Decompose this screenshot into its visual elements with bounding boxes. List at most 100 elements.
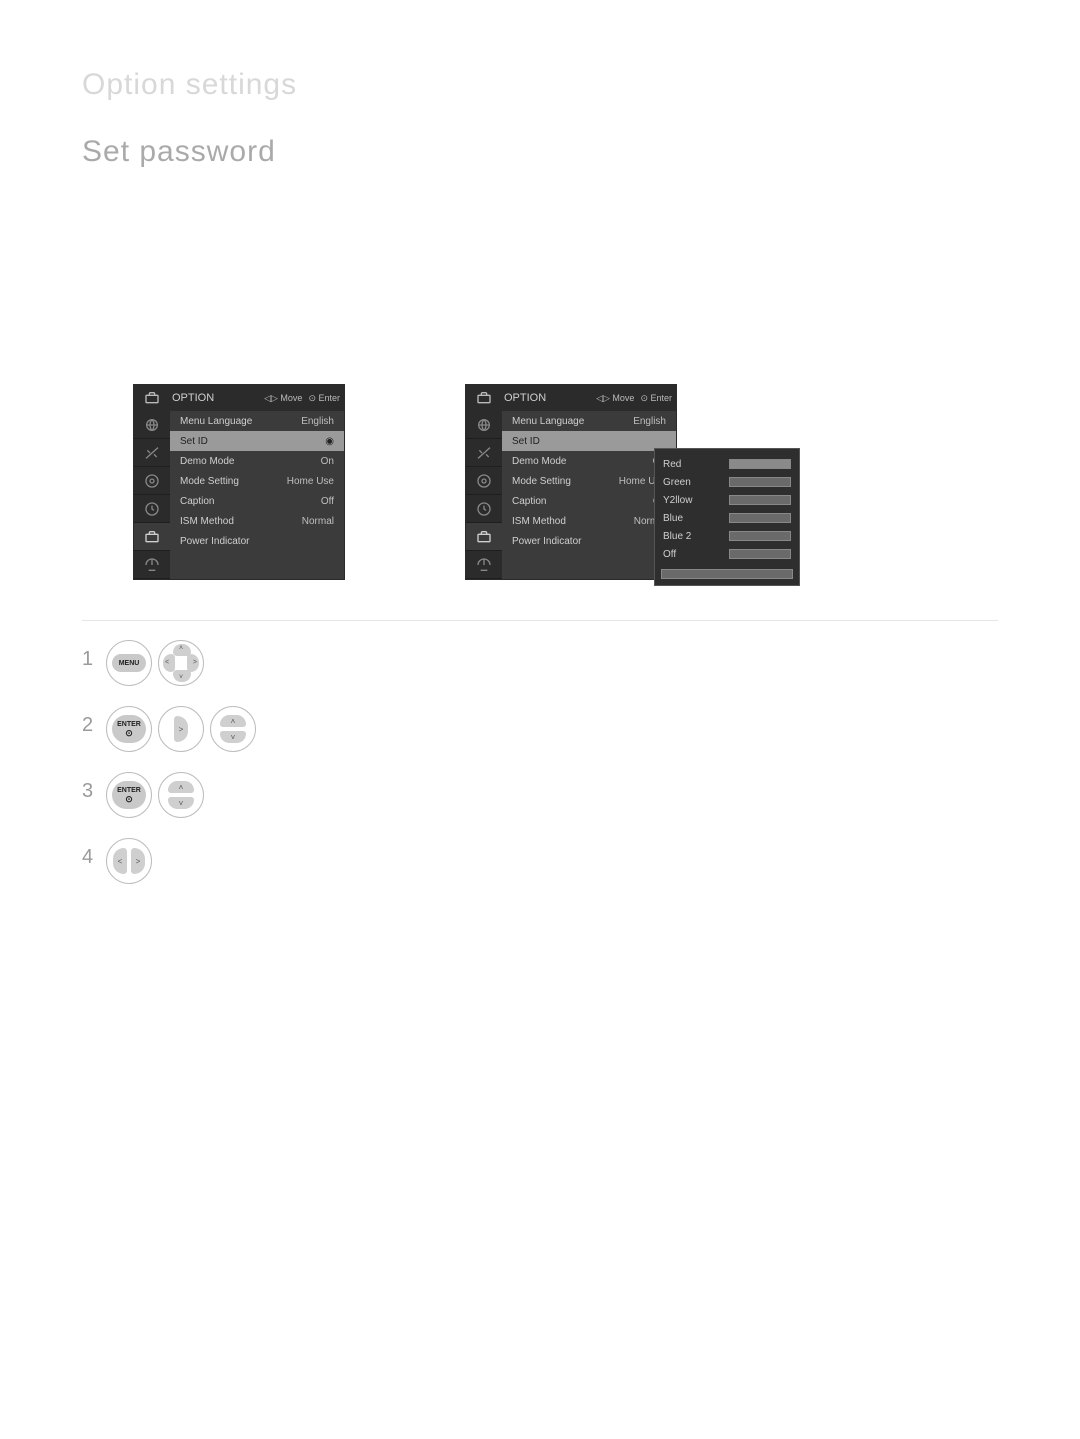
side-tab-option[interactable] xyxy=(134,523,170,551)
osd-body: Menu LanguageEnglish Set ID Demo ModeOn … xyxy=(466,411,676,579)
chevron-down-icon: ˅ xyxy=(168,797,194,809)
side-tab-picture[interactable] xyxy=(466,411,502,439)
chevron-down-icon: ˅ xyxy=(220,731,246,743)
chevron-left-icon: ˂ xyxy=(113,848,127,874)
menu-list: Menu LanguageEnglish Set ID Demo ModeOn … xyxy=(502,411,676,579)
side-tab-audio[interactable] xyxy=(134,439,170,467)
step-4: 4 ˂ ˃ Make the appropriate adjustments. xyxy=(82,838,998,884)
menu-row[interactable]: Caption Off xyxy=(170,491,344,511)
submenu-label: Blue xyxy=(663,513,683,524)
radio-icon: ◉ xyxy=(325,436,334,447)
menu-label: Caption xyxy=(180,496,214,507)
submenu-label: Red xyxy=(663,459,681,470)
side-tab-time[interactable] xyxy=(466,467,502,495)
submenu-label: Off xyxy=(663,549,676,560)
move-hint: ◁▷ Move xyxy=(596,393,634,404)
updown-button[interactable]: ˄ ˅ xyxy=(210,706,256,752)
chevron-up-icon: ˄ xyxy=(168,781,194,793)
submenu-label: Green xyxy=(663,477,691,488)
side-tab-audio[interactable] xyxy=(466,439,502,467)
enter-button-label: ENTER xyxy=(117,721,141,728)
enter-button[interactable]: ENTER ⊙ xyxy=(106,706,152,752)
step-icons: ENTER ⊙ ˃ ˄ ˅ xyxy=(106,706,256,752)
osd-header-title: OPTION xyxy=(166,392,264,404)
menu-button[interactable]: MENU xyxy=(106,640,152,686)
side-tab-time[interactable] xyxy=(134,467,170,495)
updown-button[interactable]: ˄ ˅ xyxy=(158,772,204,818)
menu-label: Set ID xyxy=(180,436,208,447)
menu-row[interactable]: Menu Language English xyxy=(170,411,344,431)
submenu-bar xyxy=(729,459,791,469)
enter-button[interactable]: ENTER ⊙ xyxy=(106,772,152,818)
leftright-button[interactable]: ˂ ˃ xyxy=(106,838,152,884)
menu-label: Menu Language xyxy=(512,416,584,427)
menu-label: Power Indicator xyxy=(180,536,249,547)
menu-row[interactable]: Power Indicator xyxy=(502,531,676,551)
menu-row[interactable]: Mode SettingHome Use xyxy=(502,471,676,491)
osd-nav-hints: ◁▷ Move ⊙ Enter xyxy=(264,393,344,404)
submenu-row[interactable]: Blue xyxy=(661,509,793,527)
menu-row[interactable]: Demo Mode On xyxy=(170,451,344,471)
step-3: 3 ENTER ⊙ ˄ ˅ Select the desired option. xyxy=(82,772,998,818)
dpad-left-icon: ˂ xyxy=(163,654,175,672)
menu-row-selected[interactable]: Set ID xyxy=(502,431,676,451)
submenu-row[interactable]: Red xyxy=(661,455,793,473)
dpad-button[interactable]: ˄ ˅ ˂ ˃ xyxy=(158,640,204,686)
briefcase-icon xyxy=(138,385,166,411)
step-1: 1 MENU ˄ ˅ ˂ ˃ Select OPTION. xyxy=(82,640,998,686)
page-subtitle: Set password xyxy=(82,135,276,169)
side-tab-network[interactable] xyxy=(134,551,170,579)
osd-nav-hints: ◁▷ Move ⊙ Enter xyxy=(596,393,676,404)
menu-label: Menu Language xyxy=(180,416,252,427)
menu-row[interactable]: ISM Method Normal xyxy=(170,511,344,531)
menu-row[interactable]: Menu Language English xyxy=(502,411,676,431)
submenu-row[interactable]: Blue 2 xyxy=(661,527,793,545)
dpad-down-icon: ˅ xyxy=(173,670,191,682)
submenu-bar xyxy=(729,531,791,541)
step-icons: ENTER ⊙ ˄ ˅ xyxy=(106,772,204,818)
side-tabs xyxy=(134,411,170,579)
step-text: Select OPTION. xyxy=(214,640,998,676)
side-tab-picture[interactable] xyxy=(134,411,170,439)
menu-row[interactable]: Power Indicator xyxy=(170,531,344,551)
menu-row[interactable]: CaptionOff xyxy=(502,491,676,511)
step-text: Select Set password. xyxy=(266,706,998,742)
menu-row[interactable]: Demo ModeOn xyxy=(502,451,676,471)
submenu-label: Blue 2 xyxy=(663,531,691,542)
menu-value: English xyxy=(633,416,666,427)
menu-list: Menu Language English Set ID ◉ Demo Mode… xyxy=(170,411,344,579)
osd-body: Menu Language English Set ID ◉ Demo Mode… xyxy=(134,411,344,579)
submenu-popup: Red Green Y2llow Blue Blue 2 Off xyxy=(654,448,800,586)
step-number: 2 xyxy=(82,706,96,744)
menu-label: Caption xyxy=(512,496,546,507)
side-tab-lock[interactable] xyxy=(134,495,170,523)
side-tab-option[interactable] xyxy=(466,523,502,551)
submenu-row[interactable]: Y2llow xyxy=(661,491,793,509)
side-tabs xyxy=(466,411,502,579)
enter-dot-icon: ⊙ xyxy=(117,729,141,738)
menu-label: ISM Method xyxy=(180,516,234,527)
osd-header: OPTION ◁▷ Move ⊙ Enter xyxy=(466,385,676,411)
submenu-row[interactable]: Green xyxy=(661,473,793,491)
side-tab-network[interactable] xyxy=(466,551,502,579)
submenu-bar xyxy=(729,513,791,523)
osd-header-title: OPTION xyxy=(498,392,596,404)
right-button[interactable]: ˃ xyxy=(158,706,204,752)
menu-label: Power Indicator xyxy=(512,536,581,547)
step-number: 4 xyxy=(82,838,96,876)
menu-label: Set ID xyxy=(512,436,540,447)
step-number: 3 xyxy=(82,772,96,810)
briefcase-icon xyxy=(470,385,498,411)
side-tab-lock[interactable] xyxy=(466,495,502,523)
steps-section: 1 MENU ˄ ˅ ˂ ˃ Select OPTION. 2 EN xyxy=(82,640,998,904)
enter-button-label: ENTER xyxy=(117,787,141,794)
submenu-bar xyxy=(729,477,791,487)
submenu-row[interactable]: Off xyxy=(661,545,793,563)
menu-row[interactable]: Mode Setting Home Use xyxy=(170,471,344,491)
submenu-bar xyxy=(729,495,791,505)
menu-row[interactable]: ISM MethodNormal xyxy=(502,511,676,531)
menu-row-selected[interactable]: Set ID ◉ xyxy=(170,431,344,451)
submenu-label: Y2llow xyxy=(663,495,692,506)
step-number: 1 xyxy=(82,640,96,678)
menu-value: Home Use xyxy=(287,476,334,487)
